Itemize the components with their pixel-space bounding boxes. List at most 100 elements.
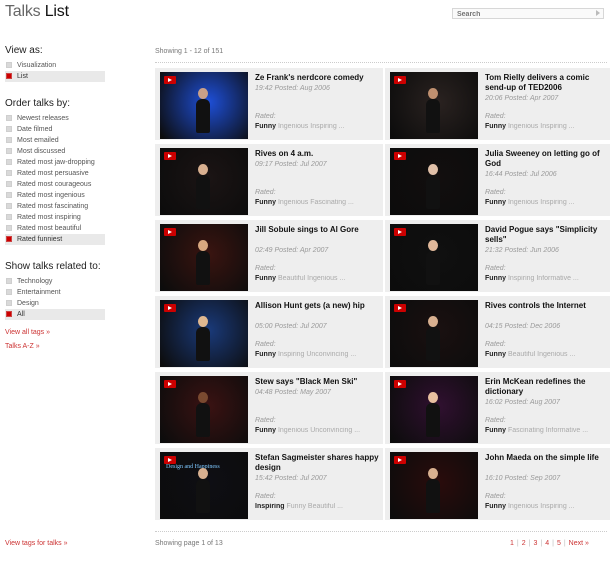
order-option[interactable]: Date filmed xyxy=(5,124,105,135)
talk-card[interactable]: Ze Frank's nerdcore comedy 19:42 Posted: … xyxy=(155,68,383,140)
rated-label: Rated: xyxy=(255,493,276,500)
rated-label: Rated: xyxy=(255,113,276,120)
play-icon[interactable] xyxy=(164,380,176,388)
speaker-figure xyxy=(426,99,440,133)
talk-thumbnail[interactable] xyxy=(390,72,478,139)
view-all-tags-link[interactable]: View all tags » xyxy=(5,329,50,336)
related-option[interactable]: Design xyxy=(5,298,105,309)
order-option[interactable]: Rated most persuasive xyxy=(5,168,105,179)
play-icon[interactable] xyxy=(164,76,176,84)
search-box xyxy=(452,8,604,19)
order-option[interactable]: Rated most beautiful xyxy=(5,223,105,234)
talk-title[interactable]: Ze Frank's nerdcore comedy xyxy=(255,73,379,83)
speaker-head xyxy=(428,240,438,251)
talk-title[interactable]: Allison Hunt gets (a new) hip xyxy=(255,301,379,311)
talk-title[interactable]: David Pogue says "Simplicity sells" xyxy=(485,225,609,245)
top-rating: Funny xyxy=(485,503,506,510)
other-ratings: Inspiring Informative ... xyxy=(507,275,579,282)
talk-thumbnail[interactable] xyxy=(160,72,248,139)
page-link[interactable]: 4 xyxy=(545,540,549,547)
talk-card[interactable]: Allison Hunt gets (a new) hip 05:00 Poste… xyxy=(155,296,383,368)
talk-thumbnail[interactable]: Design and Happiness xyxy=(160,452,248,519)
page-link[interactable]: 1 xyxy=(510,540,514,547)
speaker-head xyxy=(198,240,208,251)
talk-thumbnail[interactable] xyxy=(390,452,478,519)
order-option[interactable]: Rated most ingenious xyxy=(5,190,105,201)
next-page-link[interactable]: Next » xyxy=(569,540,589,547)
play-icon[interactable] xyxy=(394,304,406,312)
order-option-label: Rated most fascinating xyxy=(17,203,89,210)
talk-card[interactable]: Design and Happiness Stefan Sagmeister sh… xyxy=(155,448,383,520)
order-option[interactable]: Newest releases xyxy=(5,113,105,124)
talk-thumbnail[interactable] xyxy=(390,148,478,215)
talk-title[interactable]: John Maeda on the simple life xyxy=(485,453,609,463)
checkbox-icon xyxy=(6,192,12,198)
talk-card[interactable]: Tom Rielly delivers a comic send-up of T… xyxy=(385,68,610,140)
talk-title[interactable]: Tom Rielly delivers a comic send-up of T… xyxy=(485,73,609,93)
rated-label: Rated: xyxy=(255,417,276,424)
play-icon[interactable] xyxy=(394,76,406,84)
related-option[interactable]: Entertainment xyxy=(5,287,105,298)
rated-label: Rated: xyxy=(485,341,506,348)
related-option[interactable]: All xyxy=(5,309,105,320)
play-icon[interactable] xyxy=(394,152,406,160)
play-icon[interactable] xyxy=(164,304,176,312)
search-submit-icon[interactable] xyxy=(596,10,600,16)
checkbox-icon xyxy=(6,311,12,317)
talks-az-link[interactable]: Talks A-Z » xyxy=(5,343,40,350)
talk-title[interactable]: Stew says "Black Men Ski" xyxy=(255,377,379,387)
play-icon[interactable] xyxy=(394,228,406,236)
talk-card[interactable]: Julia Sweeney on letting go of God 16:44 … xyxy=(385,144,610,216)
talk-thumbnail[interactable] xyxy=(390,376,478,443)
talk-thumbnail[interactable] xyxy=(160,300,248,367)
play-icon[interactable] xyxy=(394,456,406,464)
talk-thumbnail[interactable] xyxy=(160,148,248,215)
order-option[interactable]: Most discussed xyxy=(5,146,105,157)
talk-card[interactable]: David Pogue says "Simplicity sells" 21:32… xyxy=(385,220,610,292)
talk-card[interactable]: Stew says "Black Men Ski" 04:48 Posted: M… xyxy=(155,372,383,444)
order-option[interactable]: Rated funniest xyxy=(5,234,105,245)
play-icon[interactable] xyxy=(164,152,176,160)
talk-card[interactable]: Rives controls the Internet 04:15 Posted:… xyxy=(385,296,610,368)
talk-thumbnail[interactable] xyxy=(390,300,478,367)
play-icon[interactable] xyxy=(164,456,176,464)
page-link[interactable]: 2 xyxy=(522,540,526,547)
play-icon[interactable] xyxy=(164,228,176,236)
talk-thumbnail[interactable] xyxy=(160,376,248,443)
play-icon[interactable] xyxy=(394,380,406,388)
talk-title[interactable]: Jill Sobule sings to Al Gore xyxy=(255,225,379,235)
talk-meta: 02:49 Posted: Apr 2007 xyxy=(255,247,329,254)
other-ratings: Fascinating Informative ... xyxy=(507,427,589,434)
checkbox-icon xyxy=(6,62,12,68)
order-option[interactable]: Rated most courageous xyxy=(5,179,105,190)
talk-ratings: Funny Ingenious Inspiring ... xyxy=(255,123,379,130)
speaker-head xyxy=(428,316,438,327)
view-tags-for-talks-link[interactable]: View tags for talks » xyxy=(5,540,68,547)
rated-label: Rated: xyxy=(485,493,506,500)
talk-card[interactable]: John Maeda on the simple life 16:10 Poste… xyxy=(385,448,610,520)
order-option[interactable]: Most emailed xyxy=(5,135,105,146)
speaker-figure xyxy=(426,175,440,209)
search-input[interactable] xyxy=(453,10,589,19)
talk-title[interactable]: Erin McKean redefines the dictionary xyxy=(485,377,609,397)
talk-title[interactable]: Rives controls the Internet xyxy=(485,301,609,311)
order-option[interactable]: Rated most fascinating xyxy=(5,201,105,212)
view-option[interactable]: Visualization xyxy=(5,60,105,71)
talk-ratings: Funny Ingenious Unconvincing ... xyxy=(255,427,379,434)
talk-card[interactable]: Jill Sobule sings to Al Gore 02:49 Posted… xyxy=(155,220,383,292)
view-option[interactable]: List xyxy=(5,71,105,82)
order-option[interactable]: Rated most jaw-dropping xyxy=(5,157,105,168)
talk-title[interactable]: Julia Sweeney on letting go of God xyxy=(485,149,609,169)
talk-thumbnail[interactable] xyxy=(390,224,478,291)
talk-title[interactable]: Rives on 4 a.m. xyxy=(255,149,379,159)
related-option[interactable]: Technology xyxy=(5,276,105,287)
talk-card[interactable]: Erin McKean redefines the dictionary 16:0… xyxy=(385,372,610,444)
talk-ratings: Funny Ingenious Inspiring ... xyxy=(485,503,609,510)
talk-card[interactable]: Rives on 4 a.m. 09:17 Posted: Jul 2007 Rat… xyxy=(155,144,383,216)
talk-title[interactable]: Stefan Sagmeister shares happy design xyxy=(255,453,379,473)
order-option[interactable]: Rated most inspiring xyxy=(5,212,105,223)
page-link[interactable]: 3 xyxy=(533,540,537,547)
page-link[interactable]: 5 xyxy=(557,540,561,547)
talk-meta: 16:44 Posted: Jul 2006 xyxy=(485,171,557,178)
talk-thumbnail[interactable] xyxy=(160,224,248,291)
